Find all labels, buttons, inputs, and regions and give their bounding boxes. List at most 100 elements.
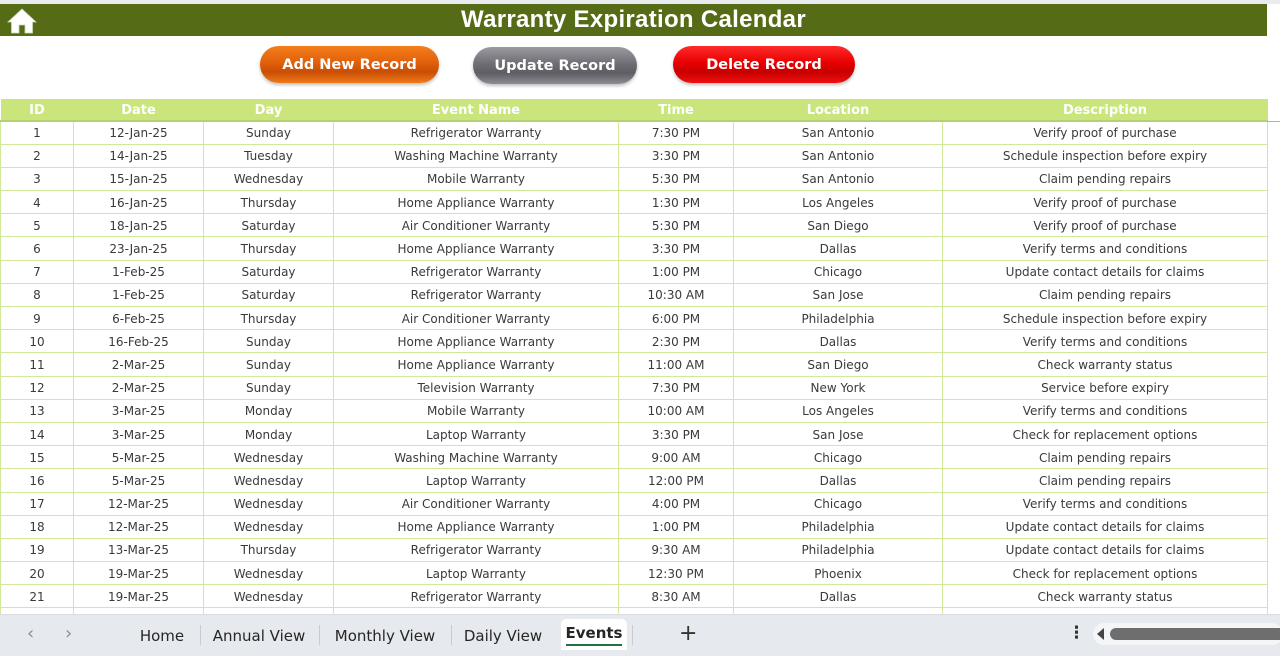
column-header-event-name[interactable]: Event Name bbox=[333, 99, 619, 121]
cell-description[interactable]: Check warranty status bbox=[942, 584, 1268, 609]
cell-date[interactable]: 1-Feb-25 bbox=[73, 282, 204, 308]
cell-event-name[interactable]: Refrigerator Warranty bbox=[333, 537, 619, 563]
table-row[interactable]: 1 12-Jan-25 Sunday Refrigerator Warranty 7:3… bbox=[0, 120, 1268, 145]
cell-event-name[interactable]: Washing Machine Warranty bbox=[333, 445, 619, 470]
cell-date[interactable]: 16-Jan-25 bbox=[73, 190, 204, 215]
cell-event-name[interactable]: Home Appliance Warranty bbox=[333, 236, 619, 261]
column-header-date[interactable]: Date bbox=[73, 99, 204, 121]
cell-id[interactable]: 9 bbox=[0, 305, 74, 331]
cell-location[interactable]: San Jose bbox=[733, 421, 943, 447]
cell-day[interactable]: Sunday bbox=[203, 329, 334, 354]
cell-event-name[interactable]: Refrigerator Warranty bbox=[333, 584, 619, 609]
cell-location[interactable]: Philadelphia bbox=[733, 305, 943, 331]
cell-date[interactable]: 14-Jan-25 bbox=[73, 143, 204, 168]
cell-time[interactable]: 6:00 PM bbox=[618, 305, 734, 331]
cell-description[interactable]: Update contact details for claims bbox=[942, 259, 1268, 284]
cell-event-name[interactable]: Refrigerator Warranty bbox=[333, 282, 619, 308]
table-row[interactable]: 6 23-Jan-25 Thursday Home Appliance Warrant… bbox=[0, 236, 1268, 261]
cell-location[interactable]: San Diego bbox=[733, 352, 943, 377]
cell-time[interactable]: 10:00 AM bbox=[618, 398, 734, 423]
cell-description[interactable]: Verify terms and conditions bbox=[942, 491, 1268, 516]
cell-day[interactable]: Tuesday bbox=[203, 143, 334, 168]
cell-description[interactable]: Check for replacement options bbox=[942, 421, 1268, 447]
cell-day[interactable]: Wednesday bbox=[203, 445, 334, 470]
cell-time[interactable]: 12:30 PM bbox=[618, 561, 734, 586]
cell-day[interactable]: Wednesday bbox=[203, 584, 334, 609]
cell-id[interactable]: 20 bbox=[0, 561, 74, 586]
chevron-left-icon[interactable]: ‹ bbox=[27, 623, 34, 644]
cell-event-name[interactable]: Air Conditioner Warranty bbox=[333, 305, 619, 331]
cell-date[interactable]: 12-Mar-25 bbox=[73, 491, 204, 516]
cell-description[interactable]: Claim pending repairs bbox=[942, 282, 1268, 308]
cell-id[interactable]: 6 bbox=[0, 236, 74, 261]
cell-description[interactable]: Verify proof of purchase bbox=[942, 213, 1268, 238]
cell-event-name[interactable]: Refrigerator Warranty bbox=[333, 120, 619, 145]
cell-id[interactable]: 3 bbox=[0, 166, 74, 192]
cell-id[interactable]: 5 bbox=[0, 213, 74, 238]
cell-description[interactable]: Verify proof of purchase bbox=[942, 190, 1268, 215]
cell-date[interactable]: 15-Jan-25 bbox=[73, 166, 204, 192]
cell-day[interactable]: Saturday bbox=[203, 213, 334, 238]
cell-time[interactable]: 7:30 PM bbox=[618, 120, 734, 145]
cell-description[interactable]: Claim pending repairs bbox=[942, 468, 1268, 493]
table-row[interactable]: 4 16-Jan-25 Thursday Home Appliance Warrant… bbox=[0, 190, 1268, 215]
cell-time[interactable]: 3:30 PM bbox=[618, 143, 734, 168]
cell-description[interactable]: Claim pending repairs bbox=[942, 166, 1268, 192]
cell-day[interactable]: Monday bbox=[203, 398, 334, 423]
cell-location[interactable]: Dallas bbox=[733, 584, 943, 609]
cell-id[interactable]: 16 bbox=[0, 468, 74, 493]
table-row[interactable]: 11 2-Mar-25 Sunday Home Appliance Warranty 1… bbox=[0, 352, 1268, 377]
table-row[interactable]: 5 18-Jan-25 Saturday Air Conditioner Warran… bbox=[0, 213, 1268, 238]
table-row[interactable]: 7 1-Feb-25 Saturday Refrigerator Warranty 1:… bbox=[0, 259, 1268, 284]
cell-location[interactable]: Chicago bbox=[733, 491, 943, 516]
cell-location[interactable]: Philadelphia bbox=[733, 514, 943, 539]
cell-location[interactable]: Los Angeles bbox=[733, 190, 943, 215]
cell-location[interactable]: Dallas bbox=[733, 236, 943, 261]
cell-day[interactable]: Wednesday bbox=[203, 514, 334, 539]
cell-event-name[interactable]: Home Appliance Warranty bbox=[333, 329, 619, 354]
table-row[interactable]: 20 19-Mar-25 Wednesday Laptop Warranty 12:30… bbox=[0, 561, 1268, 586]
add-new-record-button[interactable]: Add New Record bbox=[260, 46, 439, 83]
cell-time[interactable]: 5:30 PM bbox=[618, 213, 734, 238]
cell-day[interactable]: Sunday bbox=[203, 120, 334, 145]
cell-description[interactable]: Verify terms and conditions bbox=[942, 236, 1268, 261]
cell-day[interactable]: Wednesday bbox=[203, 561, 334, 586]
cell-location[interactable]: New York bbox=[733, 375, 943, 400]
cell-date[interactable]: 23-Jan-25 bbox=[73, 236, 204, 261]
cell-id[interactable]: 13 bbox=[0, 398, 74, 423]
cell-day[interactable]: Wednesday bbox=[203, 166, 334, 192]
more-options-icon[interactable]: ⋮ bbox=[1068, 623, 1085, 643]
cell-id[interactable]: 21 bbox=[0, 584, 74, 609]
table-row[interactable]: 16 5-Mar-25 Wednesday Laptop Warranty 12:00 … bbox=[0, 468, 1268, 493]
tab-daily-view[interactable]: Daily View bbox=[455, 622, 551, 649]
cell-day[interactable]: Thursday bbox=[203, 190, 334, 215]
cell-id[interactable]: 10 bbox=[0, 329, 74, 354]
cell-id[interactable]: 8 bbox=[0, 282, 74, 308]
cell-event-name[interactable]: Air Conditioner Warranty bbox=[333, 491, 619, 516]
chevron-right-icon[interactable]: › bbox=[65, 623, 72, 644]
cell-event-name[interactable]: Home Appliance Warranty bbox=[333, 514, 619, 539]
cell-description[interactable]: Update contact details for claims bbox=[942, 537, 1268, 563]
cell-event-name[interactable]: Television Warranty bbox=[333, 375, 619, 400]
add-sheet-icon[interactable]: + bbox=[679, 621, 697, 646]
cell-description[interactable]: Schedule inspection before expiry bbox=[942, 305, 1268, 331]
cell-location[interactable]: Chicago bbox=[733, 445, 943, 470]
table-row[interactable]: 21 19-Mar-25 Wednesday Refrigerator Warrant… bbox=[0, 584, 1268, 609]
table-row[interactable]: 3 15-Jan-25 Wednesday Mobile Warranty 5:30 P… bbox=[0, 166, 1268, 192]
column-header-day[interactable]: Day bbox=[203, 99, 334, 121]
cell-day[interactable]: Monday bbox=[203, 421, 334, 447]
cell-date[interactable]: 2-Mar-25 bbox=[73, 352, 204, 377]
cell-day[interactable]: Wednesday bbox=[203, 468, 334, 493]
cell-date[interactable]: 2-Mar-25 bbox=[73, 375, 204, 400]
cell-id[interactable]: 2 bbox=[0, 143, 74, 168]
cell-date[interactable]: 12-Jan-25 bbox=[73, 120, 204, 145]
cell-event-name[interactable]: Home Appliance Warranty bbox=[333, 352, 619, 377]
cell-description[interactable]: Check for replacement options bbox=[942, 561, 1268, 586]
cell-location[interactable]: Los Angeles bbox=[733, 398, 943, 423]
table-row[interactable]: 14 3-Mar-25 Monday Laptop Warranty 3:30 PM Sa… bbox=[0, 421, 1268, 447]
scroll-left-arrow-icon[interactable] bbox=[1097, 628, 1104, 640]
table-row[interactable]: 2 14-Jan-25 Tuesday Washing Machine Warrant… bbox=[0, 143, 1268, 168]
cell-location[interactable]: Philadelphia bbox=[733, 537, 943, 563]
cell-day[interactable]: Wednesday bbox=[203, 491, 334, 516]
table-row[interactable]: 12 2-Mar-25 Sunday Television Warranty 7:30 … bbox=[0, 375, 1268, 400]
